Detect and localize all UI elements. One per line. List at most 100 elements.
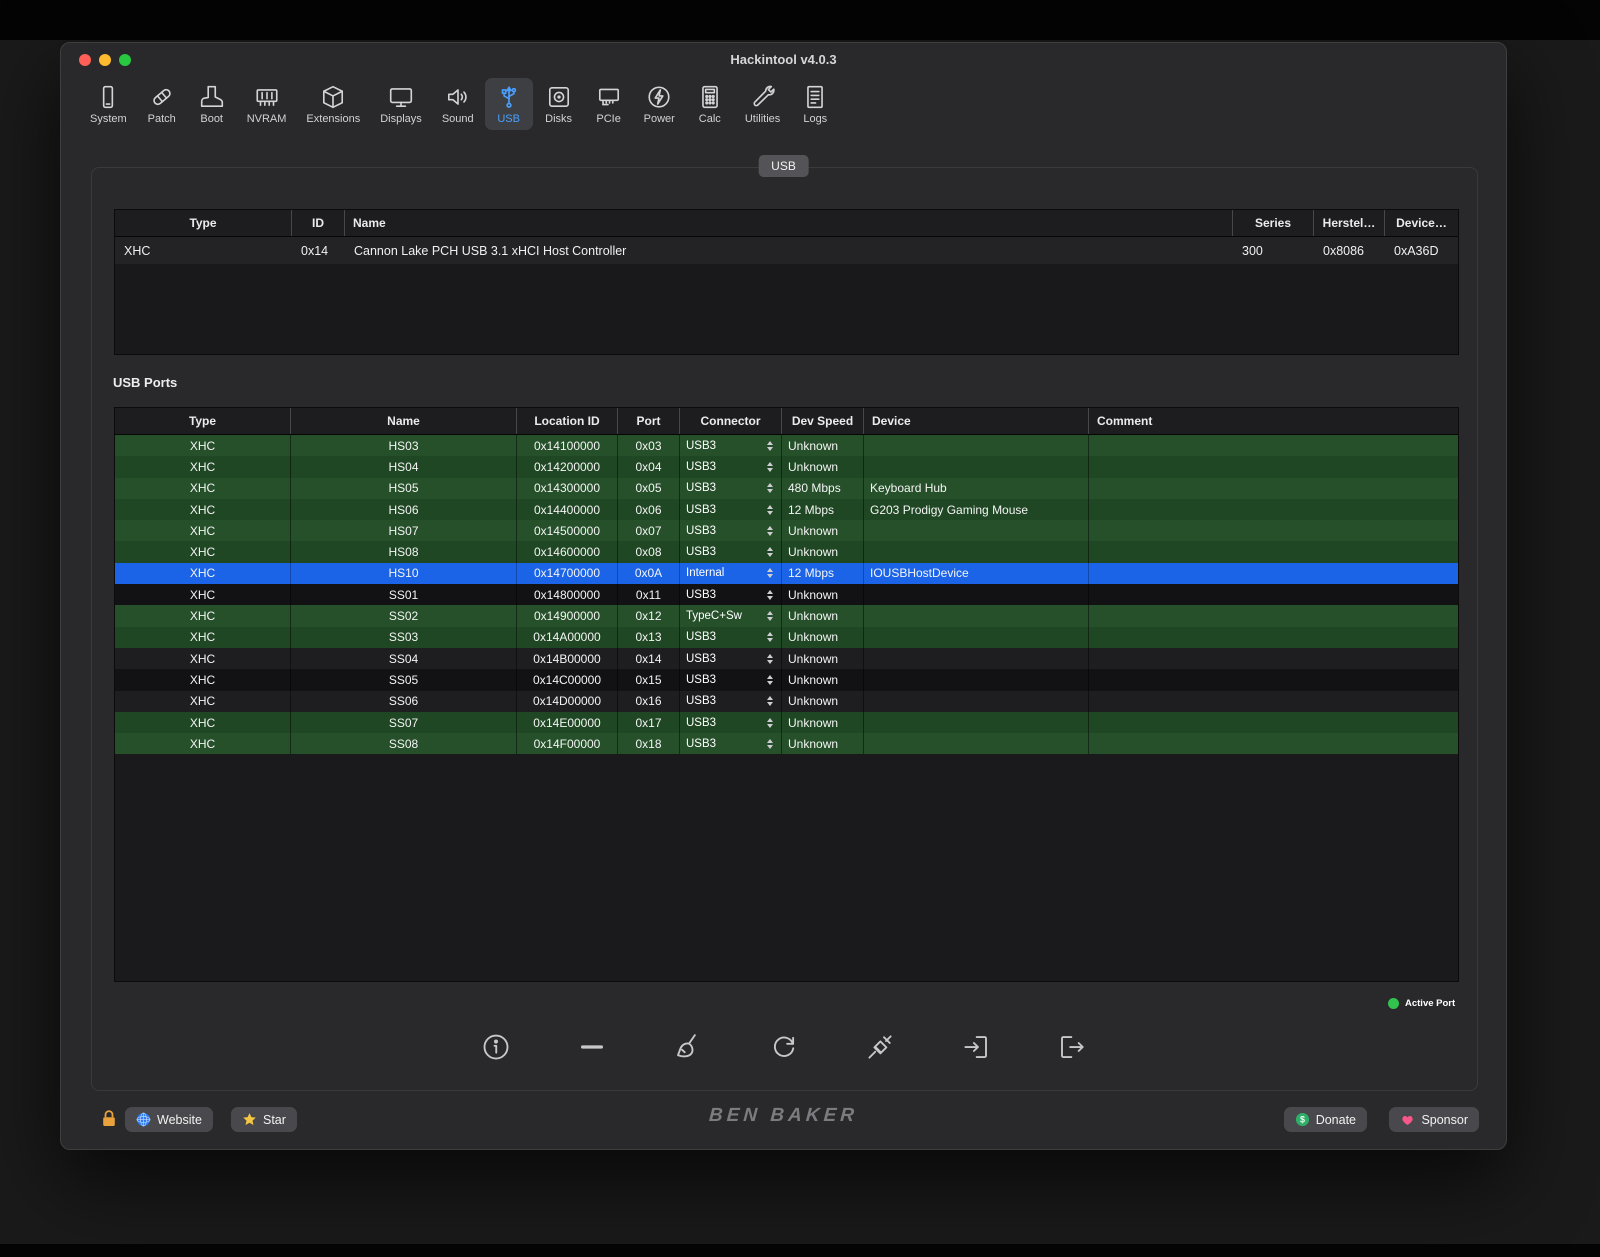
inject-button[interactable] xyxy=(864,1031,896,1063)
popup-updown-icon xyxy=(767,696,775,706)
cell-location_id: 0x14700000 xyxy=(517,563,618,584)
connector-select[interactable]: USB3 xyxy=(680,456,782,477)
toolbar-item-usb[interactable]: USB xyxy=(485,78,533,130)
usb-port-row[interactable]: XHCSS020x149000000x12TypeC+SwUnknown xyxy=(115,605,1458,626)
usb-port-row[interactable]: XHCHS100x147000000x0AInternal12 MbpsIOUS… xyxy=(115,563,1458,584)
controllers-table: TypeIDNameSeriesHerstel…Device… XHC0x14C… xyxy=(114,209,1459,355)
controller-row[interactable]: XHC0x14Cannon Lake PCH USB 3.1 xHCI Host… xyxy=(115,237,1458,264)
connector-select[interactable]: USB3 xyxy=(680,520,782,541)
cell-comment xyxy=(1089,499,1458,520)
toolbar-item-displays[interactable]: Displays xyxy=(371,78,431,130)
cell-comment xyxy=(1089,563,1458,584)
column-header[interactable]: Type xyxy=(115,210,292,236)
connector-select[interactable]: USB3 xyxy=(680,627,782,648)
connector-select[interactable]: USB3 xyxy=(680,541,782,562)
cell-location_id: 0x14D00000 xyxy=(517,691,618,712)
cell-device xyxy=(864,541,1089,562)
usb-port-row[interactable]: XHCHS080x146000000x08USB3Unknown xyxy=(115,541,1458,562)
column-header[interactable]: Comment xyxy=(1089,408,1458,434)
toolbar-item-power[interactable]: Power xyxy=(635,78,684,130)
connector-select[interactable]: USB3 xyxy=(680,669,782,690)
usb-port-row[interactable]: XHCHS030x141000000x03USB3Unknown xyxy=(115,435,1458,456)
column-header[interactable]: Device… xyxy=(1385,210,1458,236)
column-header[interactable]: Location ID xyxy=(517,408,618,434)
refresh-button[interactable] xyxy=(768,1031,800,1063)
column-header[interactable]: Name xyxy=(345,210,1233,236)
column-header[interactable]: Type xyxy=(115,408,291,434)
cell-name: SS07 xyxy=(291,712,517,733)
toolbar-item-pcie[interactable]: PCIe xyxy=(585,78,633,130)
connector-select[interactable]: USB3 xyxy=(680,691,782,712)
column-header[interactable]: Series xyxy=(1233,210,1314,236)
usb-port-row[interactable]: XHCSS010x148000000x11USB3Unknown xyxy=(115,584,1458,605)
cell-comment xyxy=(1089,669,1458,690)
connector-select[interactable]: USB3 xyxy=(680,733,782,754)
toolbar-item-sound[interactable]: Sound xyxy=(433,78,483,130)
usb-port-row[interactable]: XHCSS040x14B000000x14USB3Unknown xyxy=(115,648,1458,669)
toolbar-item-disks[interactable]: Disks xyxy=(535,78,583,130)
connector-select[interactable]: USB3 xyxy=(680,499,782,520)
toolbar-item-logs[interactable]: Logs xyxy=(791,78,839,130)
popup-updown-icon xyxy=(767,654,775,664)
cell-device xyxy=(864,435,1089,456)
popup-updown-icon xyxy=(767,483,775,493)
toolbar-item-label: Power xyxy=(644,113,675,125)
cell-type: XHC xyxy=(115,648,291,669)
cell-name: SS06 xyxy=(291,691,517,712)
column-header[interactable]: ID xyxy=(292,210,345,236)
toolbar-item-label: USB xyxy=(497,113,520,125)
cell-comment xyxy=(1089,520,1458,541)
cell-herstel: 0x8086 xyxy=(1314,237,1385,264)
cell-location_id: 0x14900000 xyxy=(517,605,618,626)
usb-port-row[interactable]: XHCSS030x14A000000x13USB3Unknown xyxy=(115,627,1458,648)
toolbar-item-label: Extensions xyxy=(306,113,360,125)
toolbar-item-nvram[interactable]: NVRAM xyxy=(238,78,296,130)
cell-dev_speed: Unknown xyxy=(782,435,864,456)
usb-port-row[interactable]: XHCHS060x144000000x06USB312 MbpsG203 Pro… xyxy=(115,499,1458,520)
connector-select[interactable]: USB3 xyxy=(680,648,782,669)
column-header[interactable]: Connector xyxy=(680,408,782,434)
remove-button[interactable] xyxy=(576,1031,608,1063)
usb-port-row[interactable]: XHCHS070x145000000x07USB3Unknown xyxy=(115,520,1458,541)
connector-select[interactable]: Internal xyxy=(680,563,782,584)
connector-select[interactable]: USB3 xyxy=(680,478,782,499)
toolbar-item-patch[interactable]: Patch xyxy=(138,78,186,130)
toolbar-item-label: Disks xyxy=(545,113,572,125)
column-header[interactable]: Port xyxy=(618,408,680,434)
connector-select[interactable]: USB3 xyxy=(680,584,782,605)
toolbar-item-label: Boot xyxy=(200,113,223,125)
tab-usb[interactable]: USB xyxy=(758,155,809,177)
info-button[interactable] xyxy=(480,1031,512,1063)
column-header[interactable]: Dev Speed xyxy=(782,408,864,434)
column-header[interactable]: Name xyxy=(291,408,517,434)
export-button[interactable] xyxy=(1056,1031,1088,1063)
desktop-background-bottom xyxy=(0,1244,1600,1257)
connector-select[interactable]: USB3 xyxy=(680,435,782,456)
toolbar-item-extensions[interactable]: Extensions xyxy=(297,78,369,130)
donate-button[interactable]: $ Donate xyxy=(1284,1107,1367,1132)
toolbar-item-utilities[interactable]: Utilities xyxy=(736,78,789,130)
toolbar-item-calc[interactable]: Calc xyxy=(686,78,734,130)
cell-device: Keyboard Hub xyxy=(864,478,1089,499)
clean-button[interactable] xyxy=(672,1031,704,1063)
cell-type: XHC xyxy=(115,563,291,584)
sponsor-button[interactable]: Sponsor xyxy=(1389,1107,1479,1132)
nvram-icon xyxy=(254,84,280,110)
extensions-icon xyxy=(320,84,346,110)
usb-port-row[interactable]: XHCSS080x14F000000x18USB3Unknown xyxy=(115,733,1458,754)
cell-port: 0x12 xyxy=(618,605,680,626)
usb-port-row[interactable]: XHCSS060x14D000000x16USB3Unknown xyxy=(115,691,1458,712)
column-header[interactable]: Device xyxy=(864,408,1089,434)
usb-port-row[interactable]: XHCHS040x142000000x04USB3Unknown xyxy=(115,456,1458,477)
column-header[interactable]: Herstel… xyxy=(1314,210,1385,236)
connector-select[interactable]: TypeC+Sw xyxy=(680,605,782,626)
usb-port-row[interactable]: XHCSS050x14C000000x15USB3Unknown xyxy=(115,669,1458,690)
toolbar-item-system[interactable]: System xyxy=(81,78,136,130)
utilities-icon xyxy=(750,84,776,110)
connector-select[interactable]: USB3 xyxy=(680,712,782,733)
import-button[interactable] xyxy=(960,1031,992,1063)
usb-port-row[interactable]: XHCSS070x14E000000x17USB3Unknown xyxy=(115,712,1458,733)
toolbar-item-boot[interactable]: Boot xyxy=(188,78,236,130)
cell-port: 0x14 xyxy=(618,648,680,669)
usb-port-row[interactable]: XHCHS050x143000000x05USB3480 MbpsKeyboar… xyxy=(115,478,1458,499)
